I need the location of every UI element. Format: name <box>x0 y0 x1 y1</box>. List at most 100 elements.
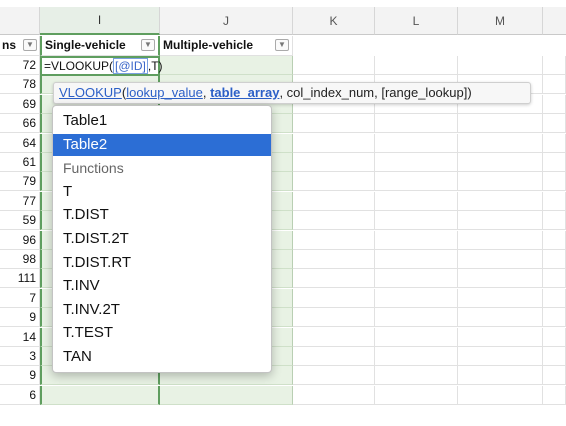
header-cell-partial[interactable]: ns ▼ <box>0 36 40 56</box>
table-cell-value[interactable]: 69 <box>0 95 40 114</box>
table-cell-value[interactable]: 9 <box>0 308 40 327</box>
table-cell-value[interactable]: 72 <box>0 56 40 75</box>
autocomplete-option[interactable]: T.INV.2T <box>53 299 271 321</box>
grid-cell[interactable] <box>375 328 458 347</box>
grid-cell[interactable] <box>375 211 458 230</box>
grid-cell[interactable] <box>375 172 458 191</box>
grid-cell[interactable] <box>293 347 375 366</box>
header-cell-multiple-vehicle[interactable]: Multiple-vehicle ▼ <box>160 36 293 56</box>
grid-cell[interactable] <box>543 366 566 385</box>
table-cell-value[interactable]: 64 <box>0 134 40 153</box>
grid-cell[interactable] <box>293 328 375 347</box>
table-cell-value[interactable]: 98 <box>0 250 40 269</box>
grid-cell[interactable] <box>293 231 375 250</box>
grid-cell[interactable] <box>458 347 543 366</box>
grid-cell[interactable] <box>160 56 293 75</box>
table-cell-value[interactable]: 77 <box>0 192 40 211</box>
table-cell-value[interactable]: 3 <box>0 347 40 366</box>
current-argument-link[interactable]: table_array <box>210 85 279 100</box>
table-cell-value[interactable]: 59 <box>0 211 40 230</box>
grid-cell[interactable] <box>293 134 375 153</box>
grid-cell[interactable] <box>543 153 566 172</box>
grid-cell[interactable] <box>293 366 375 385</box>
autocomplete-option[interactable]: Table1 <box>53 110 271 132</box>
grid-cell[interactable] <box>293 289 375 308</box>
grid-cell[interactable] <box>375 347 458 366</box>
grid-cell[interactable] <box>543 95 566 114</box>
grid-cell[interactable] <box>458 211 543 230</box>
grid-cell[interactable] <box>458 114 543 133</box>
autocomplete-option[interactable]: Table2 <box>53 133 271 156</box>
grid-cell[interactable] <box>458 386 543 405</box>
grid-cell[interactable] <box>375 308 458 327</box>
table-cell-value[interactable]: 111 <box>0 269 40 288</box>
column-header-m[interactable]: M <box>458 7 543 35</box>
grid-cell[interactable] <box>375 231 458 250</box>
grid-cell[interactable] <box>375 153 458 172</box>
grid-cell[interactable] <box>375 134 458 153</box>
grid-cell[interactable] <box>293 192 375 211</box>
filter-dropdown-icon[interactable]: ▼ <box>141 39 155 51</box>
grid-cell[interactable] <box>458 231 543 250</box>
grid-cell[interactable] <box>543 114 566 133</box>
column-header-i[interactable]: I <box>40 7 160 35</box>
grid-cell[interactable] <box>293 211 375 230</box>
filter-dropdown-icon[interactable]: ▼ <box>23 39 37 51</box>
grid-cell[interactable] <box>458 366 543 385</box>
table-cell-value[interactable]: 96 <box>0 231 40 250</box>
table-cell-value[interactable]: 14 <box>0 328 40 347</box>
grid-cell[interactable] <box>293 269 375 288</box>
grid-cell[interactable] <box>458 269 543 288</box>
grid-cell[interactable] <box>375 56 458 75</box>
filter-dropdown-icon[interactable]: ▼ <box>275 39 289 51</box>
autocomplete-option[interactable]: T.DIST.RT <box>53 252 271 274</box>
grid-cell[interactable] <box>543 192 566 211</box>
column-header-j[interactable]: J <box>160 7 293 35</box>
table-cell-value[interactable]: 6 <box>0 386 40 405</box>
grid-cell[interactable] <box>543 250 566 269</box>
grid-cell[interactable] <box>375 269 458 288</box>
autocomplete-option[interactable]: T.TEST <box>53 322 271 344</box>
table-cell-value[interactable]: 66 <box>0 114 40 133</box>
grid-cell[interactable] <box>375 192 458 211</box>
header-cell-single-vehicle[interactable]: Single-vehicle ▼ <box>40 36 160 56</box>
grid-cell[interactable] <box>543 211 566 230</box>
grid-cell[interactable] <box>458 328 543 347</box>
table-cell-value[interactable]: 79 <box>0 172 40 191</box>
grid-cell[interactable] <box>543 75 566 94</box>
grid-cell[interactable] <box>458 289 543 308</box>
function-name-link[interactable]: VLOOKUP <box>59 85 122 100</box>
grid-cell[interactable] <box>543 269 566 288</box>
grid-cell[interactable] <box>543 172 566 191</box>
table-cell-value[interactable]: 78 <box>0 75 40 94</box>
grid-cell[interactable] <box>543 231 566 250</box>
grid-cell[interactable] <box>293 56 375 75</box>
grid-cell[interactable] <box>160 386 293 405</box>
formula-edit-cell[interactable]: =VLOOKUP([@ID] ,T) <box>40 56 163 76</box>
grid-cell[interactable] <box>375 289 458 308</box>
grid-cell[interactable] <box>543 56 566 75</box>
grid-cell[interactable] <box>543 328 566 347</box>
column-header-n[interactable] <box>543 7 566 35</box>
autocomplete-option[interactable]: T.DIST.2T <box>53 228 271 250</box>
grid-cell[interactable] <box>543 347 566 366</box>
table-cell-value[interactable]: 9 <box>0 366 40 385</box>
column-header-k[interactable]: K <box>293 7 375 35</box>
grid-cell[interactable] <box>458 134 543 153</box>
grid-cell[interactable] <box>543 289 566 308</box>
grid-cell[interactable] <box>375 366 458 385</box>
grid-cell[interactable] <box>293 250 375 269</box>
grid-cell[interactable] <box>458 192 543 211</box>
grid-cell[interactable] <box>375 386 458 405</box>
grid-cell[interactable] <box>293 114 375 133</box>
grid-cell[interactable] <box>543 386 566 405</box>
grid-cell[interactable] <box>293 172 375 191</box>
grid-cell[interactable] <box>40 386 160 405</box>
column-header-l[interactable]: L <box>375 7 458 35</box>
grid-cell[interactable] <box>458 172 543 191</box>
table-cell-value[interactable]: 61 <box>0 153 40 172</box>
grid-cell[interactable] <box>543 134 566 153</box>
grid-cell[interactable] <box>458 56 543 75</box>
grid-cell[interactable] <box>293 153 375 172</box>
column-header-h[interactable] <box>0 7 40 35</box>
